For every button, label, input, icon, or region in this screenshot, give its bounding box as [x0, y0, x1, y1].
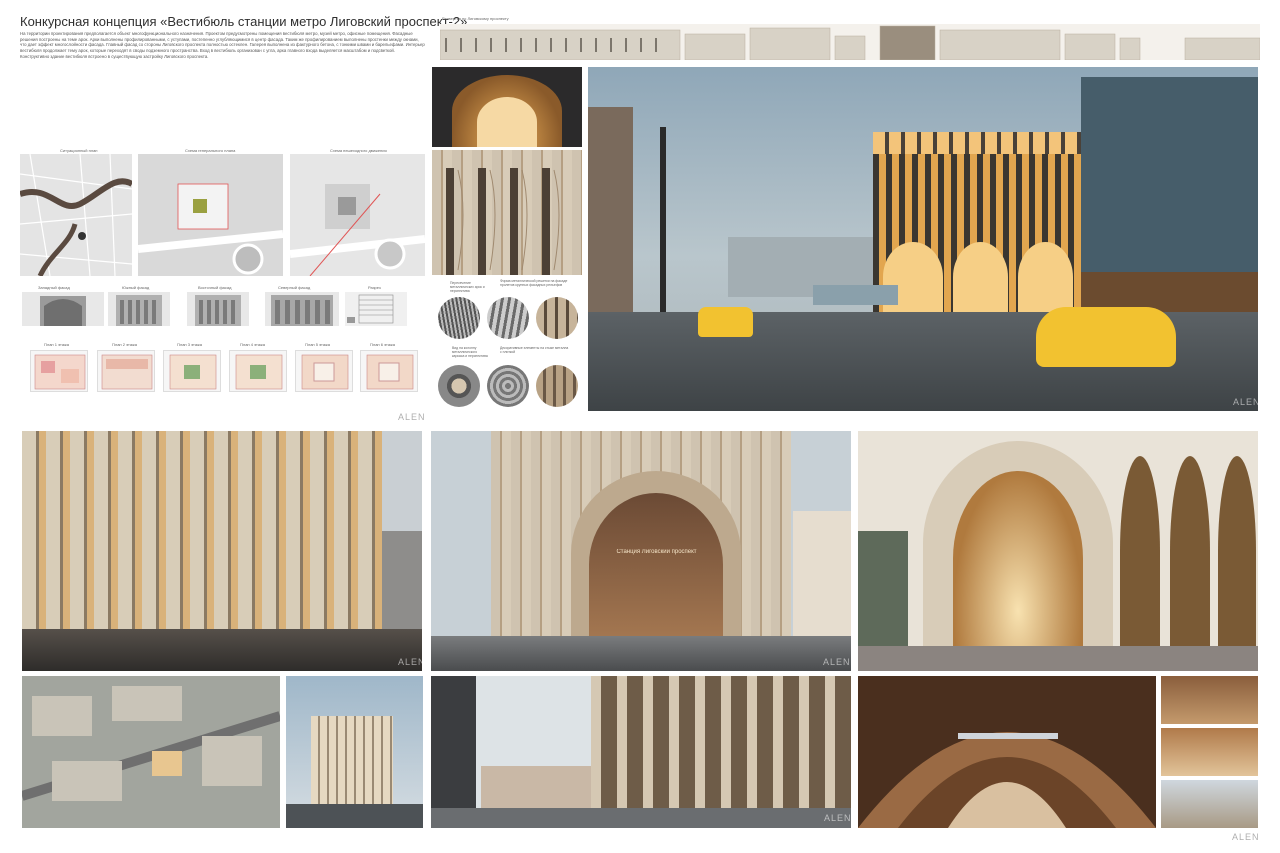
gallery-pavement [858, 646, 1258, 671]
gallery-left-building [858, 531, 908, 646]
watermark-main: ALEN [1233, 397, 1258, 407]
hall-detail-2 [1161, 728, 1258, 776]
entrance-arch-render: Станция Лиговский проспект ALEN [431, 431, 851, 671]
master-plan-map [138, 154, 283, 276]
entrance-sign: Станция Лиговский проспект [616, 549, 697, 555]
pattern-caption-2: Форма металлической решетки на фасаде пр… [500, 279, 568, 287]
facade-north-drawing [265, 292, 339, 326]
pedestrian-flow-map [290, 154, 425, 276]
facade-west-drawing [22, 292, 104, 326]
colonnade-street [431, 808, 851, 828]
interior-arch-render [432, 67, 582, 147]
pattern-study-4 [438, 365, 480, 407]
colonnade-facade [591, 676, 851, 828]
watermark-row3: ALEN [1232, 832, 1260, 842]
project-description: На территории проектирования предполагае… [20, 31, 425, 59]
pattern-caption-1: Пересечение металлических арок и перспек… [450, 281, 485, 293]
poster-title: Конкурсная концепция «Вестибюль станции … [20, 14, 468, 29]
facade-caption-south: Южный фасад [122, 285, 150, 290]
taxi-left [698, 307, 753, 337]
watermark-row1: ALEN [1232, 412, 1260, 422]
floor-plan-1 [30, 350, 88, 392]
map-caption-situation: Ситуационный план [60, 148, 98, 153]
floor-plan-5 [295, 350, 353, 392]
facade-caption-section: Разрез [368, 285, 381, 290]
plan-caption-3: План 3 этажа [177, 342, 202, 347]
floor-plan-2 [97, 350, 155, 392]
vestibule-arch-right [1018, 242, 1073, 312]
colonnade-background [481, 766, 591, 811]
hall-detail-3 [1161, 780, 1258, 828]
facade-caption-north: Северный фасад [278, 285, 311, 290]
plan-caption-1: План 1 этажа [44, 342, 69, 347]
gallery-window-3 [1218, 456, 1256, 646]
gallery-window-2 [1170, 456, 1210, 646]
plaza [22, 629, 422, 671]
taxi-right [1036, 307, 1176, 367]
interior-arch-opening [477, 97, 537, 147]
colonnade-dark-wall [431, 676, 476, 828]
plan-caption-4: План 4 этажа [240, 342, 265, 347]
floor-plan-4 [229, 350, 287, 392]
watermark-colonnade: ALEN [824, 813, 851, 823]
entrance-plaza [431, 636, 851, 671]
plan-caption-6: План 6 этажа [370, 342, 395, 347]
colonnade-render: ALEN [431, 676, 851, 828]
section-drawing [345, 292, 407, 326]
background-building [382, 531, 422, 631]
underground-hall-render [858, 676, 1156, 828]
situation-map [20, 154, 132, 276]
tower-facade [311, 716, 393, 806]
tram [813, 285, 898, 305]
night-tower-render [286, 676, 423, 828]
metro-vestibule-building [873, 132, 1083, 312]
gallery-render [858, 431, 1258, 671]
tower-plaza [286, 804, 423, 828]
watermark-entrance: ALEN [823, 657, 851, 667]
historic-building [1081, 77, 1258, 317]
pattern-study-5 [487, 365, 529, 407]
facade-east-drawing [187, 292, 249, 326]
pattern-study-6 [536, 365, 578, 407]
gallery-window-1 [1120, 456, 1160, 646]
facade-south-drawing [108, 292, 170, 326]
map-caption-flows: Схема пешеходного движения [330, 148, 387, 153]
pattern-caption-3: Вид на колонну металлического каркаса и … [452, 346, 488, 358]
pattern-study-1 [438, 297, 480, 339]
gallery-arch-tunnel [953, 471, 1083, 646]
vestibule-arch-crown [873, 132, 1083, 154]
aerial-render [22, 676, 280, 828]
facade-caption-west: Западный фасад [38, 285, 70, 290]
relief-facade [22, 431, 382, 631]
corner-night-render: ALEN [22, 431, 422, 671]
facade-relief-detail [432, 150, 582, 275]
plan-caption-5: План 5 этажа [305, 342, 330, 347]
pattern-study-3 [536, 297, 578, 339]
main-street-render: ALEN [588, 67, 1258, 411]
floor-plan-6 [360, 350, 418, 392]
vestibule-arch-center [953, 242, 1008, 312]
map-caption-scheme: Схема генерального плана [185, 148, 236, 153]
neighbor-building [793, 511, 851, 636]
hall-detail-1 [1161, 676, 1258, 724]
facade-caption-east: Восточный фасад [198, 285, 232, 290]
panorama-caption: Развертка по Лиговскому проспекту [442, 16, 509, 21]
plan-caption-2: План 2 этажа [112, 342, 137, 347]
floor-plan-3 [163, 350, 221, 392]
street-lamp [660, 127, 666, 327]
pattern-caption-4: Декоративные элементы на стыке металла с… [500, 346, 569, 354]
pattern-study-2 [487, 297, 529, 339]
street-panorama [440, 24, 1260, 60]
watermark-corner: ALEN [398, 657, 422, 667]
watermark-sheet1: ALEN [398, 412, 426, 422]
